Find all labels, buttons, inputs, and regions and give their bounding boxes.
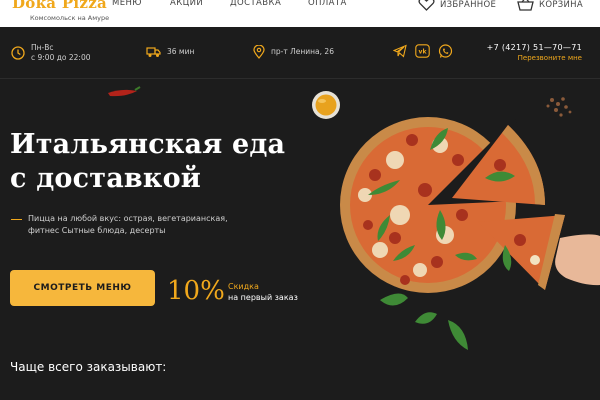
vk-icon[interactable]: vk [415,44,430,58]
brand-name: Doka Pizza [12,0,108,12]
hero-title: Итальянская еда с доставкой [10,128,285,196]
working-hours: Пн-Вс с 9:00 до 22:00 [11,43,91,63]
callback-link[interactable]: Перезвоните мне [487,54,582,62]
hours-days: Пн-Вс [31,43,54,52]
hero-title-line1: Итальянская еда [10,129,286,160]
top-navigation-bar: Doka Pizza Комсомольск на Амуре МЕНЮ АКЦ… [0,0,600,27]
discount-line1: Скидка [228,282,259,291]
nav-item-delivery[interactable]: ДОСТАВКА [230,0,281,8]
phone-number[interactable]: +7 (4217) 51—70—71 [487,43,582,52]
nav-item-menu[interactable]: МЕНЮ [112,0,142,8]
address-text: пр-т Ленина, 26 [271,47,334,56]
whatsapp-icon[interactable] [438,44,453,59]
clock-icon [11,46,25,60]
cart-icon [517,0,534,11]
description-dash [11,219,22,220]
delivery-truck-icon [146,47,161,57]
hours-time: с 9:00 до 22:00 [31,53,91,62]
nav-item-promotions[interactable]: АКЦИИ [170,0,203,8]
telegram-icon[interactable] [393,44,407,58]
popular-heading: Чаще всего заказывают: [10,360,167,374]
delivery-time-text: 36 мин [167,47,195,56]
brand-subtitle: Комсомольск на Амуре [30,14,110,22]
info-bar: Пн-Вс с 9:00 до 22:00 36 мин пр-т Ленина… [0,27,600,79]
cart-link[interactable]: КОРЗИНА [517,0,583,11]
favorites-label: ИЗБРАННОЕ [440,0,497,10]
hero-description: Пицца на любой вкус: острая, вегетарианс… [28,214,228,235]
svg-text:vk: vk [419,49,428,56]
nav-item-payment[interactable]: ОПЛАТА [308,0,347,8]
discount-line2: на первый заказ [228,293,298,302]
contact-phone: +7 (4217) 51—70—71 Перезвоните мне [487,43,582,62]
delivery-time: 36 мин [146,46,194,58]
location-pin-icon [253,45,265,59]
social-links: vk [393,44,453,59]
cart-label: КОРЗИНА [539,0,583,10]
hero-title-line2: с доставкой [10,163,202,194]
brand-logo[interactable]: Doka Pizza Комсомольск на Амуре [12,0,109,22]
discount-value: 10% [167,276,225,306]
view-menu-button[interactable]: СМОТРЕТЬ МЕНЮ [10,270,155,306]
heart-icon [418,0,435,11]
discount-label: Скидка на первый заказ [228,281,298,303]
favorites-link[interactable]: ИЗБРАННОЕ [418,0,496,11]
address[interactable]: пр-т Ленина, 26 [253,45,334,59]
